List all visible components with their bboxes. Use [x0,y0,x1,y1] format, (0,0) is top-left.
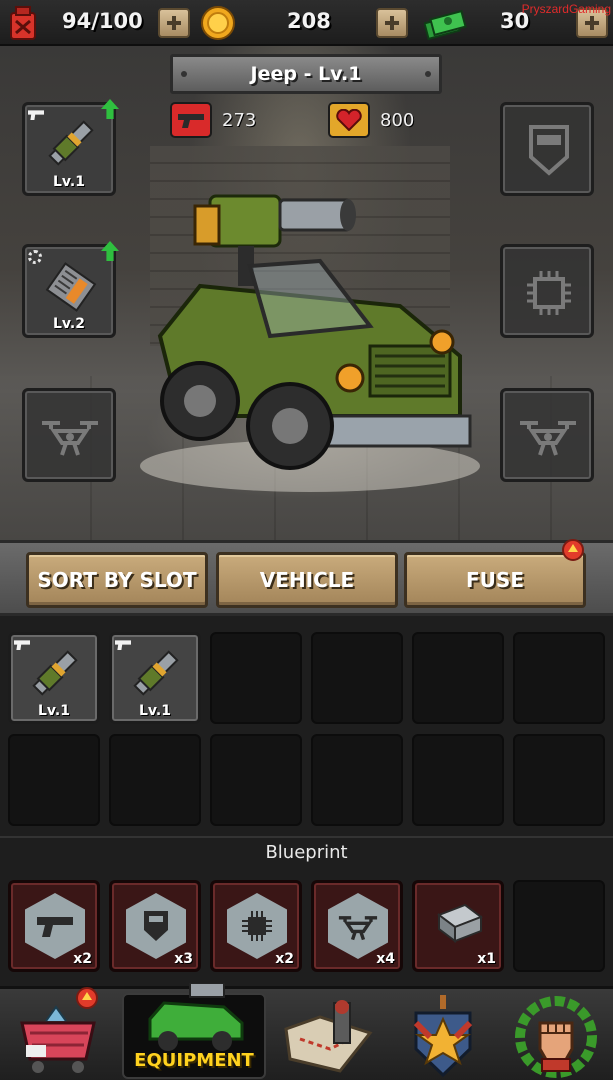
sort-by-slot-label: SORT BY SLOT [37,568,197,592]
blueprint-count: x1 [477,951,496,967]
drone-slot-right[interactable] [500,388,594,482]
armor-slot[interactable] [500,102,594,196]
inventory-empty-cell[interactable] [412,734,504,826]
chip-icon [227,893,287,959]
gun-type-icon [28,110,44,120]
nav-strength[interactable] [502,993,612,1079]
fist-laurel-icon [515,996,597,1078]
fuse-notification-icon [562,539,584,561]
fuse-button[interactable]: FUSE [404,552,586,608]
action-tab-bar: SORT BY SLOT VEHICLE FUSE [0,539,613,616]
inventory-item[interactable]: Lv.1 [109,632,201,724]
health-value: 800 [380,109,415,131]
nav-ranking[interactable] [388,993,498,1079]
garage-scene: Jeep - Lv.1 273 800 Lv.1 Lv.2 [0,46,613,540]
inventory-empty-cell[interactable] [8,734,100,826]
rocket-launcher-icon [48,120,94,166]
inventory-empty-cell[interactable] [210,734,302,826]
armor-shield-icon [529,125,569,176]
vehicle-label: VEHICLE [259,568,355,592]
vehicle-title-plate: Jeep - Lv.1 [170,54,442,94]
map-icon [284,1000,373,1073]
shop-notification-icon [76,987,98,1009]
nav-equipment-label: EQUIPMENT [134,1050,254,1071]
health-stat: 800 [328,102,414,138]
fuse-label: FUSE [466,568,524,592]
nav-shop[interactable] [6,987,116,1079]
inventory-empty-cell[interactable] [311,734,403,826]
inventory-item-level: Lv.1 [38,703,70,719]
vehicle-button[interactable]: VEHICLE [216,552,398,608]
blueprint-item-armor[interactable]: x3 [109,880,201,972]
jeep-icon [148,983,244,1051]
metal-plate-icon [436,903,484,943]
rocket-launcher-icon [133,650,179,696]
vehicle-title: Jeep - Lv.1 [250,63,362,85]
watermark: PryszardGaming [521,2,611,16]
sort-by-slot-button[interactable]: SORT BY SLOT [26,552,208,608]
rivet [425,71,431,77]
blueprint-item-chip[interactable]: x2 [210,880,302,972]
inventory-empty-cell[interactable] [109,734,201,826]
rivet [181,71,187,77]
blueprint-count: x2 [275,951,294,967]
coins-value: 208 [287,9,331,33]
attack-stat: 273 [170,102,256,138]
armor-shield-icon [126,893,186,959]
bottom-navigation: EQUIPMENT [0,983,613,1080]
blueprint-heading: Blueprint [265,842,348,863]
blueprint-item-metal-plate[interactable]: x1 [412,880,504,972]
gear-type-icon [28,250,42,264]
nav-map[interactable] [274,993,384,1079]
upgrade-arrow-icon [101,241,119,261]
engine-part-icon [45,262,97,312]
chip-slot[interactable]: Lv.2 [22,241,119,338]
inventory-empty-cell[interactable] [513,632,605,724]
core-slot[interactable] [500,244,594,338]
cash-stack-icon [424,9,467,41]
coin-icon [201,6,235,40]
add-coins-button[interactable] [376,8,408,38]
chip-slot-level: Lv.2 [53,316,85,332]
chip-icon [527,271,571,315]
attack-value: 273 [222,109,257,131]
blueprint-item-drone[interactable]: x4 [311,880,403,972]
jeep-vehicle-image [140,194,480,492]
inventory-empty-cell[interactable] [513,734,605,826]
attack-gun-icon [170,102,212,138]
inventory-empty-cell[interactable] [210,632,302,724]
fuel-value: 94/100 [62,9,143,33]
blueprint-empty-cell [513,880,605,972]
drone-icon [328,893,388,959]
weapon-slot[interactable]: Lv.1 [22,99,119,196]
drone-icon [42,421,98,456]
blueprint-count: x3 [174,951,193,967]
add-fuel-button[interactable] [158,8,190,38]
drone-slot-left[interactable] [22,388,116,482]
inventory-item[interactable]: Lv.1 [8,632,100,724]
blueprint-count: x4 [376,951,395,967]
section-divider [0,836,613,838]
pistol-icon [25,893,85,959]
inventory-empty-cell[interactable] [311,632,403,724]
blueprint-count: x2 [73,951,92,967]
blueprint-item-pistol[interactable]: x2 [8,880,100,972]
inventory-item-level: Lv.1 [139,703,171,719]
upgrade-arrow-icon [101,99,119,119]
resource-bar: 94/100 208 30 PryszardGaming [0,0,613,46]
nav-equipment[interactable]: EQUIPMENT [122,983,266,1079]
heart-icon [328,102,370,138]
rocket-launcher-icon [32,650,78,696]
weapon-slot-level: Lv.1 [53,174,85,190]
star-medal-icon [413,995,473,1078]
drone-icon [520,421,576,456]
fuel-can-icon [10,6,36,40]
shopping-cart-icon [20,1005,96,1073]
inventory-empty-cell[interactable] [412,632,504,724]
